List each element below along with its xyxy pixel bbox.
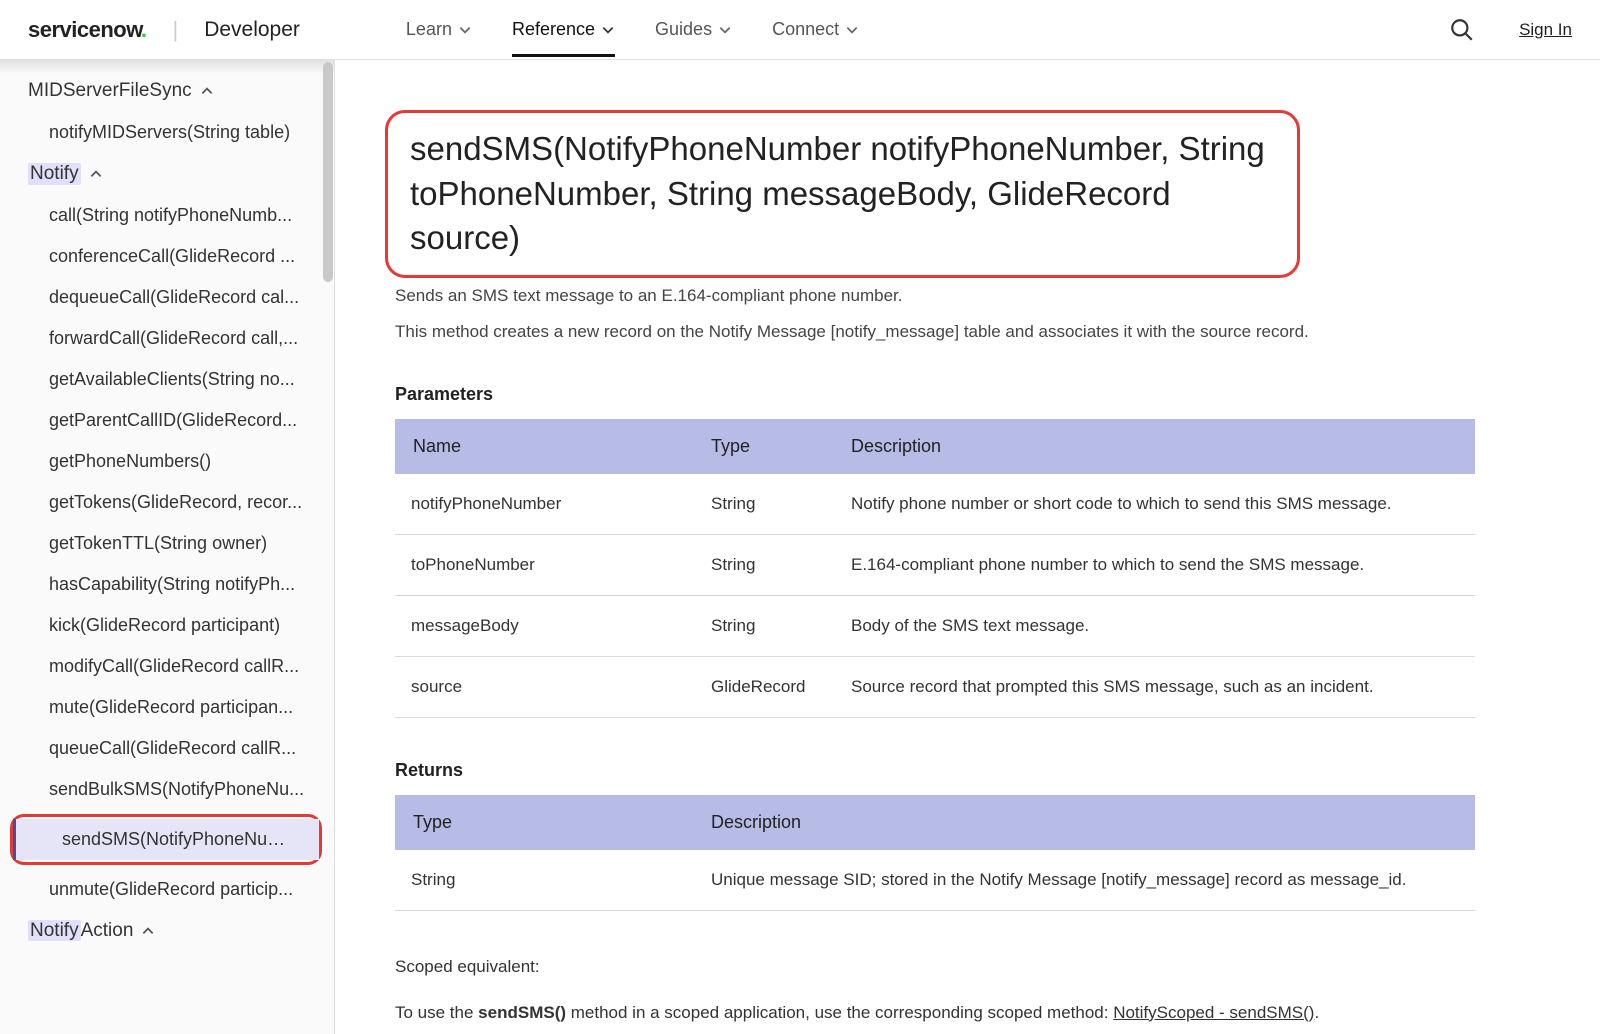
brand-logo[interactable]: servicenow. [28, 17, 146, 43]
sidebar-section-notifyaction[interactable]: NotifyAction [0, 910, 334, 952]
method-detail: This method creates a new record on the … [395, 322, 1415, 342]
sidebar-item-forwardcall[interactable]: forwardCall(GlideRecord call,... [0, 318, 334, 359]
parameters-heading: Parameters [395, 384, 1520, 405]
col-type: Type [695, 419, 835, 474]
col-desc: Description [695, 795, 1475, 850]
nav-reference[interactable]: Reference [512, 3, 615, 56]
sidebar-section-label: NotifyAction [28, 920, 133, 942]
sidebar-item-getavailableclients[interactable]: getAvailableClients(String no... [0, 359, 334, 400]
sidebar-item-notifymidservers[interactable]: notifyMIDServers(String table) [0, 112, 334, 153]
returns-heading: Returns [395, 760, 1520, 781]
method-summary: Sends an SMS text message to an E.164-co… [395, 286, 1415, 306]
sidebar-item-dequeuecall[interactable]: dequeueCall(GlideRecord cal... [0, 277, 334, 318]
table-row: messageBodyStringBody of the SMS text me… [395, 595, 1475, 656]
sidebar-item-call[interactable]: call(String notifyPhoneNumb... [0, 195, 334, 236]
sidebar-item-hascapability[interactable]: hasCapability(String notifyPh... [0, 564, 334, 605]
scrollbar[interactable] [323, 62, 333, 282]
sidebar-item-conferencecall[interactable]: conferenceCall(GlideRecord ... [0, 236, 334, 277]
nav-guides[interactable]: Guides [655, 3, 732, 56]
chevron-up-icon [141, 924, 155, 938]
chevron-down-icon [601, 23, 615, 37]
sidebar-item-getphonenumbers[interactable]: getPhoneNumbers() [0, 441, 334, 482]
nav-learn[interactable]: Learn [406, 3, 472, 56]
sidebar-section-label: MIDServerFileSync [28, 80, 192, 102]
portal-name[interactable]: Developer [204, 18, 300, 42]
sidebar-item-kick[interactable]: kick(GlideRecord participant) [0, 605, 334, 646]
sign-in-link[interactable]: Sign In [1519, 20, 1572, 40]
sidebar-item-modifycall[interactable]: modifyCall(GlideRecord callR... [0, 646, 334, 687]
scoped-equivalent-text: To use the sendSMS() method in a scoped … [395, 1003, 1520, 1023]
sidebar-item-sendsms[interactable]: sendSMS(NotifyPhoneNumbe... [13, 819, 319, 860]
table-row: toPhoneNumberStringE.164-compliant phone… [395, 534, 1475, 595]
top-nav: servicenow. | Developer Learn Reference … [0, 0, 1600, 60]
divider: | [172, 17, 178, 43]
scoped-link[interactable]: NotifyScoped - sendSMS() [1113, 1003, 1314, 1022]
highlight-annotation: sendSMS(NotifyPhoneNumbe... [10, 814, 322, 865]
primary-nav: Learn Reference Guides Connect [406, 3, 859, 56]
sidebar-section-midserverfilesync[interactable]: MIDServerFileSync [0, 70, 334, 112]
sidebar-item-gettokenttl[interactable]: getTokenTTL(String owner) [0, 523, 334, 564]
page-title: sendSMS(NotifyPhoneNumber notifyPhoneNum… [410, 127, 1275, 261]
parameters-table: Name Type Description notifyPhoneNumberS… [395, 419, 1475, 718]
table-row: StringUnique message SID; stored in the … [395, 850, 1475, 911]
sidebar-item-getparentcallid[interactable]: getParentCallID(GlideRecord... [0, 400, 334, 441]
sidebar[interactable]: MIDServerFileSync notifyMIDServers(Strin… [0, 60, 335, 1034]
chevron-down-icon [458, 23, 472, 37]
table-row: sourceGlideRecordSource record that prom… [395, 656, 1475, 717]
highlight-annotation: sendSMS(NotifyPhoneNumber notifyPhoneNum… [385, 110, 1300, 278]
returns-table: Type Description StringUnique message SI… [395, 795, 1475, 911]
sidebar-section-notify[interactable]: Notify [0, 153, 334, 195]
sidebar-item-unmute[interactable]: unmute(GlideRecord particip... [0, 869, 334, 910]
sidebar-item-mute[interactable]: mute(GlideRecord participan... [0, 687, 334, 728]
col-type: Type [395, 795, 695, 850]
main-content: sendSMS(NotifyPhoneNumber notifyPhoneNum… [335, 60, 1600, 1034]
chevron-down-icon [718, 23, 732, 37]
nav-connect[interactable]: Connect [772, 3, 859, 56]
sidebar-item-sendbulksms[interactable]: sendBulkSMS(NotifyPhoneNu... [0, 769, 334, 810]
chevron-up-icon [200, 84, 214, 98]
search-icon[interactable] [1449, 17, 1475, 43]
sidebar-item-gettokens[interactable]: getTokens(GlideRecord, recor... [0, 482, 334, 523]
col-desc: Description [835, 419, 1475, 474]
table-row: notifyPhoneNumberStringNotify phone numb… [395, 474, 1475, 535]
sidebar-section-label: Notify [28, 163, 81, 185]
chevron-up-icon [89, 167, 103, 181]
scoped-equivalent-heading: Scoped equivalent: [395, 957, 1520, 977]
chevron-down-icon [845, 23, 859, 37]
col-name: Name [395, 419, 695, 474]
sidebar-item-queuecall[interactable]: queueCall(GlideRecord callR... [0, 728, 334, 769]
